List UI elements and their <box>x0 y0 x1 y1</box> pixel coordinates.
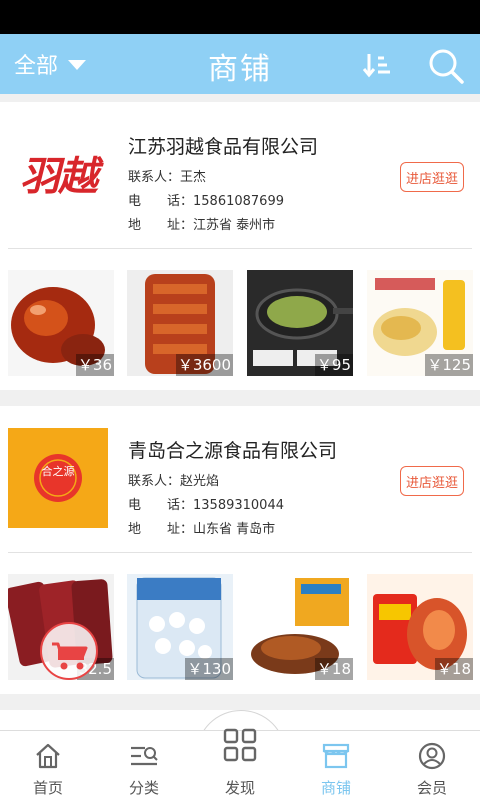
contact-label: 联系人： <box>128 474 181 489</box>
address-value: 山东省 青岛市 <box>193 522 276 537</box>
address-label: 地 址： <box>128 522 194 537</box>
product-thumb[interactable]: ￥95 <box>247 270 353 376</box>
product-row: ￥36 ￥3600 ￥95 ￥125 <box>0 270 480 378</box>
contact-label: 联系人： <box>128 170 181 185</box>
product-price: ￥18 <box>314 658 353 680</box>
status-bar <box>0 0 480 34</box>
contact-row: 联系人：王杰 <box>128 166 206 185</box>
top-bar: 全部 商铺 <box>0 34 480 94</box>
product-thumb[interactable]: ￥130 <box>127 574 233 680</box>
phone-value: 13589310044 <box>193 498 284 513</box>
contact-value: 王杰 <box>180 170 207 185</box>
product-thumb[interactable]: ￥18 <box>247 574 353 680</box>
contact-value: 赵光焰 <box>180 474 220 489</box>
tab-discover-label: 发现 <box>224 779 255 797</box>
product-thumb[interactable]: ￥3600 <box>127 270 233 376</box>
user-icon <box>418 742 446 770</box>
product-price: ￥95 <box>314 354 353 376</box>
product-price: ￥130 <box>185 658 233 680</box>
product-thumb[interactable]: ￥18 <box>367 574 473 680</box>
page-title: 商铺 <box>208 52 272 87</box>
address-value: 江苏省 泰州市 <box>193 218 276 233</box>
tab-discover[interactable]: 发现 <box>196 728 284 800</box>
shop-info[interactable]: 羽越 江苏羽越食品有限公司 联系人：王杰 电 话：15861087699 地 址… <box>0 102 480 248</box>
visit-shop-button[interactable]: 进店逛逛 <box>400 162 464 192</box>
phone-value: 15861087699 <box>193 194 284 209</box>
tab-home[interactable]: 首页 <box>0 731 96 801</box>
product-price: ￥125 <box>425 354 473 376</box>
shop-card: 羽越 江苏羽越食品有限公司 联系人：王杰 电 话：15861087699 地 址… <box>0 102 480 390</box>
divider <box>8 552 472 553</box>
contact-row: 联系人：赵光焰 <box>128 470 219 489</box>
grid-icon <box>223 728 257 762</box>
cart-icon <box>52 642 88 670</box>
sort-icon[interactable] <box>360 48 394 82</box>
phone-label: 电 话： <box>128 498 194 513</box>
phone-row: 电 话：15861087699 <box>128 190 284 209</box>
shop-name[interactable]: 青岛合之源食品有限公司 <box>128 436 337 463</box>
address-row: 地 址：江苏省 泰州市 <box>128 214 275 233</box>
tab-member-label: 会员 <box>416 779 447 797</box>
divider <box>8 248 472 249</box>
tab-shops-label: 商铺 <box>320 779 351 797</box>
address-label: 地 址： <box>128 218 194 233</box>
phone-label: 电 话： <box>128 194 194 209</box>
product-thumb[interactable]: ￥36 <box>8 270 114 376</box>
logo-emblem <box>34 454 82 502</box>
product-price: ￥18 <box>434 658 473 680</box>
phone-row: 电 话：13589310044 <box>128 494 284 513</box>
product-price: ￥36 <box>75 354 114 376</box>
shop-logo: 羽越 <box>8 124 108 224</box>
logo-text: 羽越 <box>20 153 98 200</box>
product-price: ￥3600 <box>175 354 233 376</box>
shop-logo: 合之源 <box>8 428 108 528</box>
shop-icon <box>322 743 350 769</box>
logo-text: 合之源 <box>41 465 75 478</box>
product-thumb[interactable]: ￥125 <box>367 270 473 376</box>
address-row: 地 址：山东省 青岛市 <box>128 518 275 537</box>
shop-info[interactable]: 合之源 青岛合之源食品有限公司 联系人：赵光焰 电 话：13589310044 … <box>0 406 480 552</box>
tab-home-label: 首页 <box>32 779 63 797</box>
tab-member[interactable]: 会员 <box>384 731 480 801</box>
shop-name[interactable]: 江苏羽越食品有限公司 <box>128 132 318 159</box>
home-icon <box>36 743 60 769</box>
visit-shop-button[interactable]: 进店逛逛 <box>400 466 464 496</box>
tab-category-label: 分类 <box>128 779 159 797</box>
cart-button[interactable] <box>40 622 98 680</box>
search-icon[interactable] <box>426 46 466 86</box>
tab-shops[interactable]: 商铺 <box>288 731 384 801</box>
tab-category[interactable]: 分类 <box>96 731 192 801</box>
category-icon <box>131 746 158 766</box>
